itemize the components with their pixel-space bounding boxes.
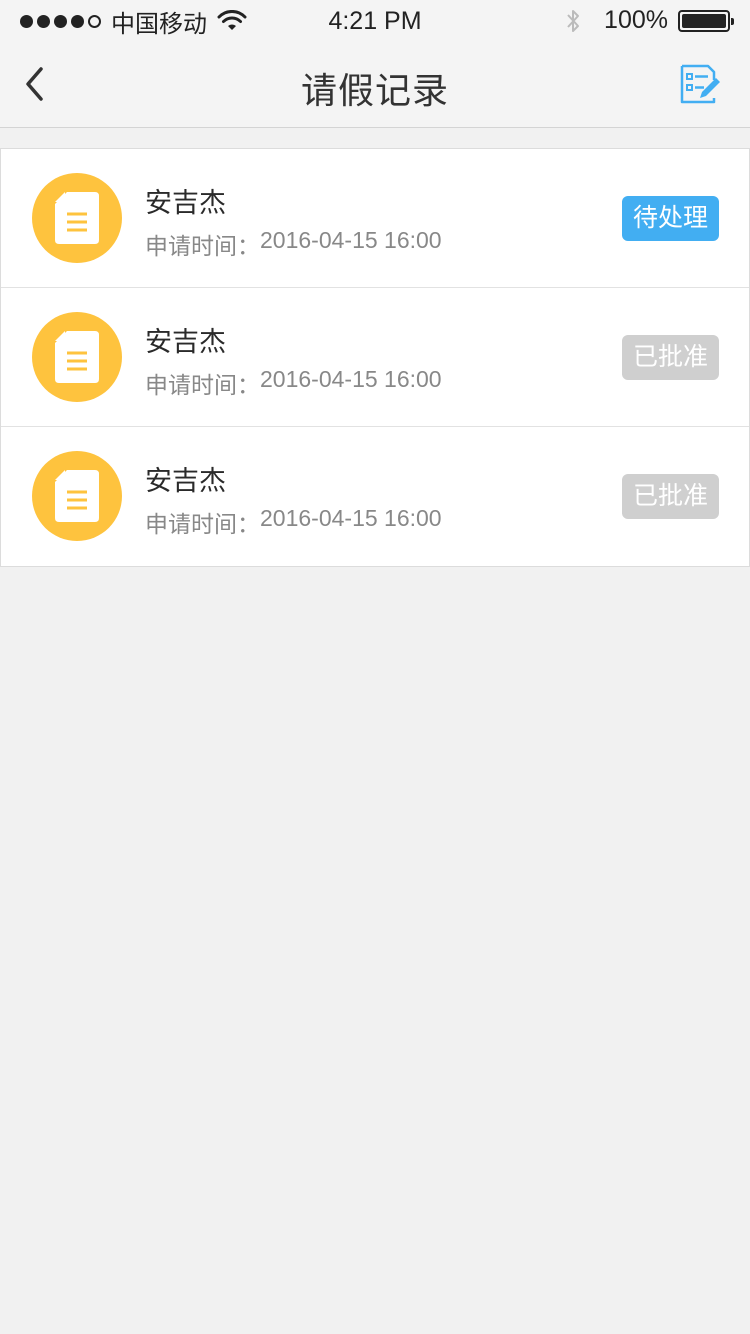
- bluetooth-icon: [567, 9, 580, 32]
- battery-icon: [678, 9, 734, 32]
- status-badge: 已批准: [621, 335, 719, 380]
- time-value: 2016-04-15 16:00: [260, 227, 442, 253]
- navigation-bar: 请假记录: [0, 40, 750, 128]
- page-title: 请假记录: [300, 70, 449, 111]
- status-bar: 中国移动 4:21 PM 100%: [0, 0, 750, 40]
- list-item[interactable]: 安吉杰 申请时间： 2016-04-15 16:00 待处理: [1, 149, 749, 288]
- time-value: 2016-04-15 16:00: [260, 366, 442, 392]
- time-label: 申请时间：: [145, 372, 260, 398]
- document-icon: [55, 470, 99, 522]
- avatar: [32, 451, 122, 541]
- list-item[interactable]: 安吉杰 申请时间： 2016-04-15 16:00 已批准: [1, 288, 749, 427]
- applicant-name: 安吉杰: [145, 327, 226, 357]
- time-label: 申请时间：: [145, 511, 260, 537]
- document-icon: [55, 331, 99, 383]
- avatar: [32, 312, 122, 402]
- applicant-name: 安吉杰: [145, 466, 226, 496]
- time-value: 2016-04-15 16:00: [260, 505, 442, 531]
- list-item[interactable]: 安吉杰 申请时间： 2016-04-15 16:00 已批准: [1, 427, 749, 566]
- battery-percent: 100%: [604, 6, 668, 34]
- status-badge: 已批准: [621, 474, 719, 519]
- document-icon: [55, 192, 99, 244]
- avatar: [32, 173, 122, 263]
- application-time: 申请时间： 2016-04-15 16:00: [145, 505, 442, 539]
- leave-record-list: 安吉杰 申请时间： 2016-04-15 16:00 待处理 安吉杰 申请时间：: [0, 148, 750, 567]
- edit-document-icon: [680, 64, 720, 104]
- time-label: 申请时间：: [145, 233, 260, 259]
- application-time: 申请时间： 2016-04-15 16:00: [145, 366, 442, 400]
- leave-records-screen: 中国移动 4:21 PM 100% 请假记录 安吉杰 申请时间： 2016-04…: [0, 0, 750, 1334]
- new-leave-request-button[interactable]: [678, 62, 722, 106]
- application-time: 申请时间： 2016-04-15 16:00: [145, 227, 442, 261]
- status-badge: 待处理: [621, 196, 719, 241]
- status-bar-right: 100%: [566, 6, 734, 35]
- applicant-name: 安吉杰: [145, 188, 226, 218]
